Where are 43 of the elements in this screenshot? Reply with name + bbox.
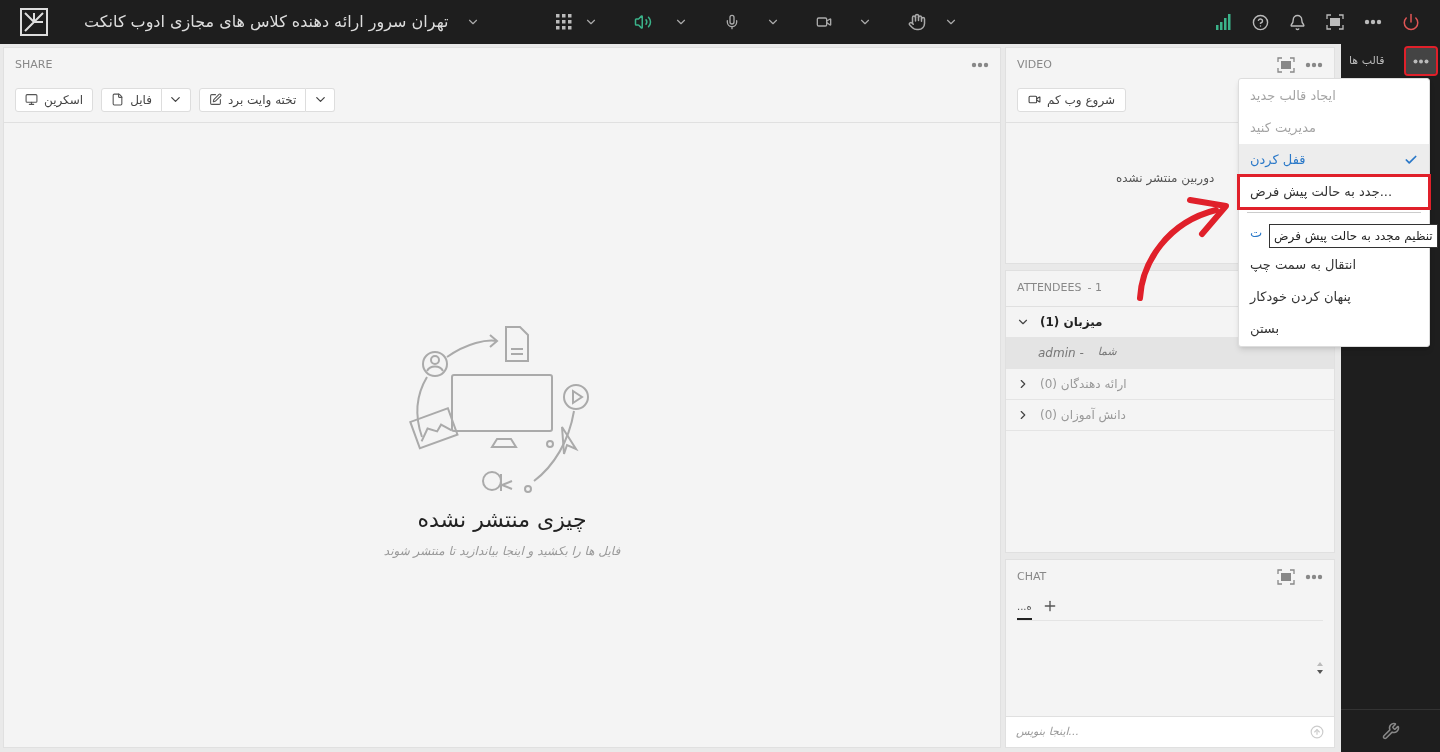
more-button[interactable]: [1406, 48, 1436, 74]
speaker-icon[interactable]: [634, 13, 653, 31]
panel-title: SHARE: [15, 57, 53, 73]
fullscreen-icon[interactable]: [1326, 14, 1344, 30]
chat-tab[interactable]: ه...: [1017, 598, 1032, 620]
panel-title: CHAT: [1017, 569, 1047, 585]
menu-item[interactable]: انتقال به سمت چپ: [1239, 249, 1429, 281]
menu-item[interactable]: ...جدد به حالت پیش فرض: [1239, 176, 1429, 208]
share-button[interactable]: اسکرین: [15, 87, 94, 112]
meeting-title: تهران سرور ارائه دهنده کلاس های مجازی ادوب کانکت: [84, 11, 449, 34]
attendee-role: شما: [1097, 344, 1117, 361]
scroll-arrows-icon[interactable]: [1316, 661, 1324, 676]
grid-icon[interactable]: [556, 14, 573, 30]
monitor-icon: [25, 93, 38, 106]
camera-icon[interactable]: [816, 14, 833, 30]
empty-title: چیزی منتشر نشده: [417, 505, 587, 534]
start-webcam-button[interactable]: شروع وب کم: [1017, 87, 1127, 112]
chat-input[interactable]: ...اینجا بنویس: [1016, 723, 1276, 741]
share-button[interactable]: تخته وایت برد: [198, 87, 307, 112]
more-icon: [1413, 58, 1429, 64]
chat-input-field[interactable]: ...اینجا بنویس: [1006, 716, 1334, 747]
sidebar-tab[interactable]: قالب ها: [1349, 52, 1385, 70]
empty-hint: فایل ها را بکشید و اینجا بیاندازید تا منتشر شوند: [383, 542, 621, 560]
power-icon[interactable]: [1402, 13, 1420, 31]
whiteboard-icon: [208, 93, 222, 106]
camera-status: دوربین منتشر نشده: [1116, 169, 1215, 187]
tools-icon[interactable]: [1381, 722, 1400, 740]
tooltip: تنظیم مجدد به حالت پیش فرض: [1269, 224, 1438, 248]
help-icon[interactable]: [1252, 13, 1269, 31]
menu-item[interactable]: قفل کردن: [1239, 144, 1429, 176]
attendee-count: - 1: [1087, 280, 1102, 296]
attendee-name: admin -: [1038, 344, 1084, 362]
signal-icon[interactable]: [1216, 14, 1232, 30]
more-icon[interactable]: [1364, 19, 1382, 25]
notification-icon[interactable]: [1289, 13, 1306, 31]
panel-title: ATTENDEES: [1017, 280, 1082, 296]
share-button[interactable]: فایل: [101, 87, 162, 112]
file-icon: [111, 93, 125, 106]
camera-icon: [1028, 93, 1041, 106]
hand-icon[interactable]: [908, 13, 927, 31]
logo-icon: [20, 8, 48, 36]
check-icon: [1404, 153, 1418, 167]
panel-title: VIDEO: [1017, 57, 1052, 73]
